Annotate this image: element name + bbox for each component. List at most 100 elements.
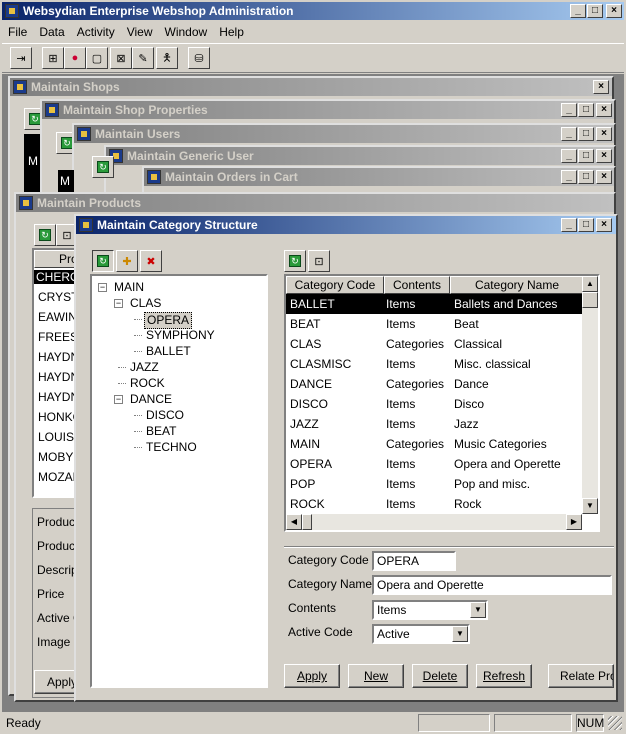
dropdown-arrow-icon[interactable]: ▼ — [470, 602, 486, 618]
active-code-select[interactable]: Active ▼ — [372, 624, 470, 644]
tree-expander-icon[interactable]: − — [114, 395, 123, 404]
new-button[interactable]: New — [348, 664, 404, 688]
delete-button[interactable]: Delete — [412, 664, 468, 688]
col-header-name[interactable]: Category Name — [450, 276, 584, 294]
list-item[interactable]: HONKO — [38, 410, 76, 424]
menu-activity[interactable]: Activity — [77, 25, 115, 41]
orders-close-button[interactable]: × — [596, 170, 612, 184]
table-row[interactable]: DISCO Items Disco — [286, 394, 582, 414]
table-row[interactable]: JAZZ Items Jazz — [286, 414, 582, 434]
orders-max-button[interactable]: □ — [578, 170, 594, 184]
tree-node[interactable]: TECHNO — [144, 440, 199, 455]
category-tree[interactable]: − MAIN − CLAS OPERA SYMPHONY BALLET JAZZ ROCK − DA… — [90, 274, 268, 688]
list-item[interactable]: EAWIN — [38, 310, 76, 324]
menu-window[interactable]: Window — [165, 25, 208, 41]
props-close-button[interactable]: × — [596, 103, 612, 117]
grid-hscroll-thumb[interactable] — [302, 514, 312, 530]
table-row[interactable]: BALLET Items Ballets and Dances — [286, 294, 582, 314]
generic-min-button[interactable]: _ — [561, 149, 577, 163]
relate-products-button[interactable]: Relate Pro — [548, 664, 614, 688]
tree-expander-icon[interactable]: − — [98, 283, 107, 292]
table-row[interactable]: OPERA Items Opera and Operette — [286, 454, 582, 474]
users-min-button[interactable]: _ — [561, 127, 577, 141]
generic-refresh-icon[interactable]: ↻ — [92, 156, 114, 178]
structure-icon[interactable]: ⊠ — [110, 47, 132, 69]
users-close-button[interactable]: × — [596, 127, 612, 141]
window-icon[interactable]: ▢ — [86, 47, 108, 69]
table-row[interactable]: CLASMISC Items Misc. classical — [286, 354, 582, 374]
resize-grip-icon[interactable] — [608, 716, 622, 730]
shops-close-button[interactable]: × — [593, 80, 609, 94]
list-item[interactable]: MOZAR — [38, 470, 76, 484]
list-item[interactable]: HAYDN — [38, 390, 76, 404]
orders-min-button[interactable]: _ — [561, 170, 577, 184]
tree-node[interactable]: SYMPHONY — [144, 328, 217, 343]
maximize-button[interactable]: □ — [587, 4, 603, 18]
tree-node[interactable]: ROCK — [128, 376, 167, 391]
contents-select[interactable]: Items ▼ — [372, 600, 488, 620]
tree-delete-icon[interactable]: ✖ — [140, 250, 162, 272]
tree-node[interactable]: CLAS — [128, 296, 163, 311]
menu-data[interactable]: Data — [39, 25, 64, 41]
refresh-button[interactable]: Refresh — [476, 664, 532, 688]
table-row[interactable]: MAIN Categories Music Categories — [286, 434, 582, 454]
tree-node[interactable]: DISCO — [144, 408, 186, 423]
scroll-up-icon[interactable]: ▲ — [582, 276, 598, 292]
table-row[interactable]: BEAT Items Beat — [286, 314, 582, 334]
generic-close-button[interactable]: × — [596, 149, 612, 163]
shops-icon[interactable]: ⊞ — [42, 47, 64, 69]
props-min-button[interactable]: _ — [561, 103, 577, 117]
list-item[interactable]: CRYST — [38, 290, 76, 304]
tree-node[interactable]: JAZZ — [128, 360, 161, 375]
dropdown-arrow-icon[interactable]: ▼ — [452, 626, 468, 642]
scroll-right-icon[interactable]: ▶ — [566, 514, 582, 530]
category-min-button[interactable]: _ — [561, 218, 577, 232]
products-refresh-icon[interactable]: ↻ — [34, 224, 56, 246]
minimize-button[interactable]: _ — [570, 4, 586, 18]
category-close-button[interactable]: × — [596, 218, 612, 232]
menu-help[interactable]: Help — [219, 25, 244, 41]
tree-expander-icon[interactable]: − — [114, 299, 123, 308]
category-name-field[interactable]: Opera and Operette — [372, 575, 612, 595]
category-code-field[interactable]: OPERA — [372, 551, 456, 571]
list-item[interactable]: FREES — [38, 330, 76, 344]
tree-node[interactable]: MAIN — [112, 280, 146, 295]
list-item[interactable]: LOUIS — [38, 430, 74, 444]
menu-file[interactable]: File — [8, 25, 27, 41]
table-row[interactable]: CLAS Categories Classical — [286, 334, 582, 354]
col-header-code[interactable]: Category Code — [286, 276, 384, 294]
table-row[interactable]: ROCK Items Rock — [286, 494, 582, 514]
list-item[interactable]: HAYDN — [38, 370, 76, 384]
grid-hscroll[interactable] — [286, 514, 582, 530]
list-item[interactable]: MOBY — [38, 450, 73, 464]
users-max-button[interactable]: □ — [578, 127, 594, 141]
scroll-left-icon[interactable]: ◀ — [286, 514, 302, 530]
properties-icon[interactable]: ✎ — [132, 47, 154, 69]
exit-icon[interactable]: ⇥ — [10, 47, 32, 69]
grid-vscroll[interactable] — [582, 276, 598, 514]
tree-node[interactable]: OPERA — [144, 312, 193, 329]
user-icon[interactable]: 🯅 — [156, 47, 178, 69]
close-button[interactable]: × — [606, 4, 622, 18]
grid-refresh-icon[interactable]: ↻ — [284, 250, 306, 272]
database-icon[interactable]: ⛁ — [188, 47, 210, 69]
apply-button[interactable]: Apply — [284, 664, 340, 688]
grid-vscroll-thumb[interactable] — [582, 292, 598, 308]
tree-node[interactable]: BEAT — [144, 424, 178, 439]
table-row[interactable]: POP Items Pop and misc. — [286, 474, 582, 494]
tree-node[interactable]: DANCE — [128, 392, 174, 407]
tree-refresh-icon[interactable]: ↻ — [92, 250, 114, 272]
props-max-button[interactable]: □ — [578, 103, 594, 117]
generic-max-button[interactable]: □ — [578, 149, 594, 163]
category-max-button[interactable]: □ — [578, 218, 594, 232]
col-header-contents[interactable]: Contents — [384, 276, 450, 294]
tree-add-icon[interactable]: ✚ — [116, 250, 138, 272]
tree-node[interactable]: BALLET — [144, 344, 193, 359]
list-item[interactable]: HAYDN — [38, 350, 76, 364]
grid-structure-icon[interactable]: ⊡ — [308, 250, 330, 272]
list-item[interactable]: CHERO — [34, 270, 76, 284]
scroll-down-icon[interactable]: ▼ — [582, 498, 598, 514]
colors-icon[interactable]: ● — [64, 47, 86, 69]
table-row[interactable]: DANCE Categories Dance — [286, 374, 582, 394]
menu-view[interactable]: View — [127, 25, 153, 41]
